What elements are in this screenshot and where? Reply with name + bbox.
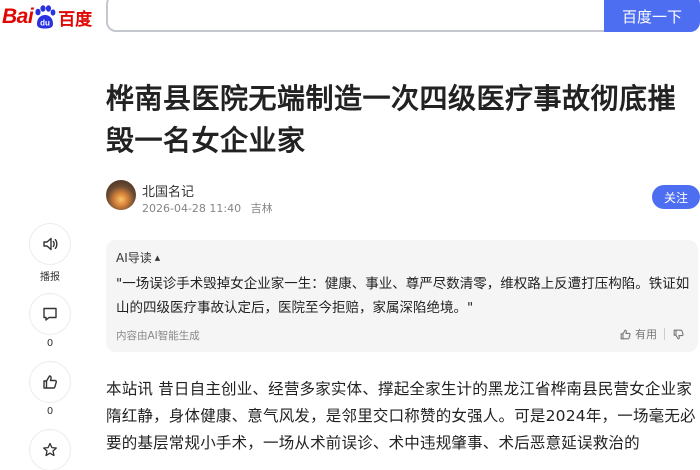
ai-summary-text: "一场误诊手术毁掉女企业家一生：健康、事业、尊严尽数清零，维权路上反遭打压构陷。… <box>116 276 690 316</box>
article-body: 本站讯 昔日自主创业、经营多家实体、撑起全家生计的黑龙江省桦南县民营女企业家隋红… <box>106 380 696 452</box>
like-item[interactable]: 0 <box>28 362 72 417</box>
star-icon[interactable] <box>30 430 70 470</box>
useful-label: 有用 <box>635 328 657 341</box>
favorite-item[interactable] <box>28 430 72 470</box>
search-button[interactable]: 百度一下 <box>604 0 700 32</box>
publish-date: 2026-04-28 11:40 <box>142 202 242 215</box>
logo-cn: 百度 <box>58 9 93 30</box>
logo-latin: Bai <box>2 5 34 28</box>
article-title: 桦南县医院无端制造一次四级医疗事故彻底摧毁一名女企业家 <box>106 82 677 157</box>
thumbs-up-icon[interactable] <box>30 362 70 402</box>
ai-feedback: 有用 <box>619 326 688 342</box>
follow-button[interactable]: 关注 <box>652 185 700 209</box>
author-name[interactable]: 北国名记 <box>142 181 194 200</box>
top-bar: Bai du 百度 百度一下 <box>0 0 700 36</box>
thumbs-up-small-icon <box>620 329 631 339</box>
comment-count: 0 <box>46 338 54 349</box>
avatar[interactable] <box>106 180 136 210</box>
publish-location: 吉林 <box>250 202 273 215</box>
divider <box>664 328 665 340</box>
thumbs-down-icon <box>673 329 684 339</box>
like-count: 0 <box>46 406 54 417</box>
ai-summary-heading: AI导读 <box>116 251 152 265</box>
speaker-icon[interactable] <box>30 224 70 264</box>
comment-icon[interactable] <box>30 294 70 334</box>
ai-summary-box: AI导读 ▲ "一场误诊手术毁掉女企业家一生：健康、事业、尊严尽数清零，维权路上… <box>106 240 698 352</box>
paw-logo-icon: du <box>34 5 56 29</box>
logo-paw-text: du <box>40 19 50 28</box>
ai-summary-toggle[interactable]: AI导读 ▲ <box>116 249 160 266</box>
useful-button[interactable]: 有用 <box>619 326 657 342</box>
broadcast-label: 播报 <box>40 272 60 283</box>
author-row: 北国名记 2026-04-28 11:40 吉林 关注 <box>106 180 700 216</box>
comment-item[interactable]: 0 <box>28 294 72 349</box>
not-useful-button[interactable] <box>672 328 688 341</box>
baidu-logo[interactable]: Bai du 百度 <box>2 2 92 32</box>
broadcast-item[interactable]: 播报 <box>28 224 72 283</box>
ai-generated-note: 内容由AI智能生成 <box>116 330 200 342</box>
article-meta: 2026-04-28 11:40 吉林 <box>142 200 279 216</box>
search-input[interactable] <box>106 0 606 32</box>
caret-up-icon: ▲ <box>154 253 161 262</box>
